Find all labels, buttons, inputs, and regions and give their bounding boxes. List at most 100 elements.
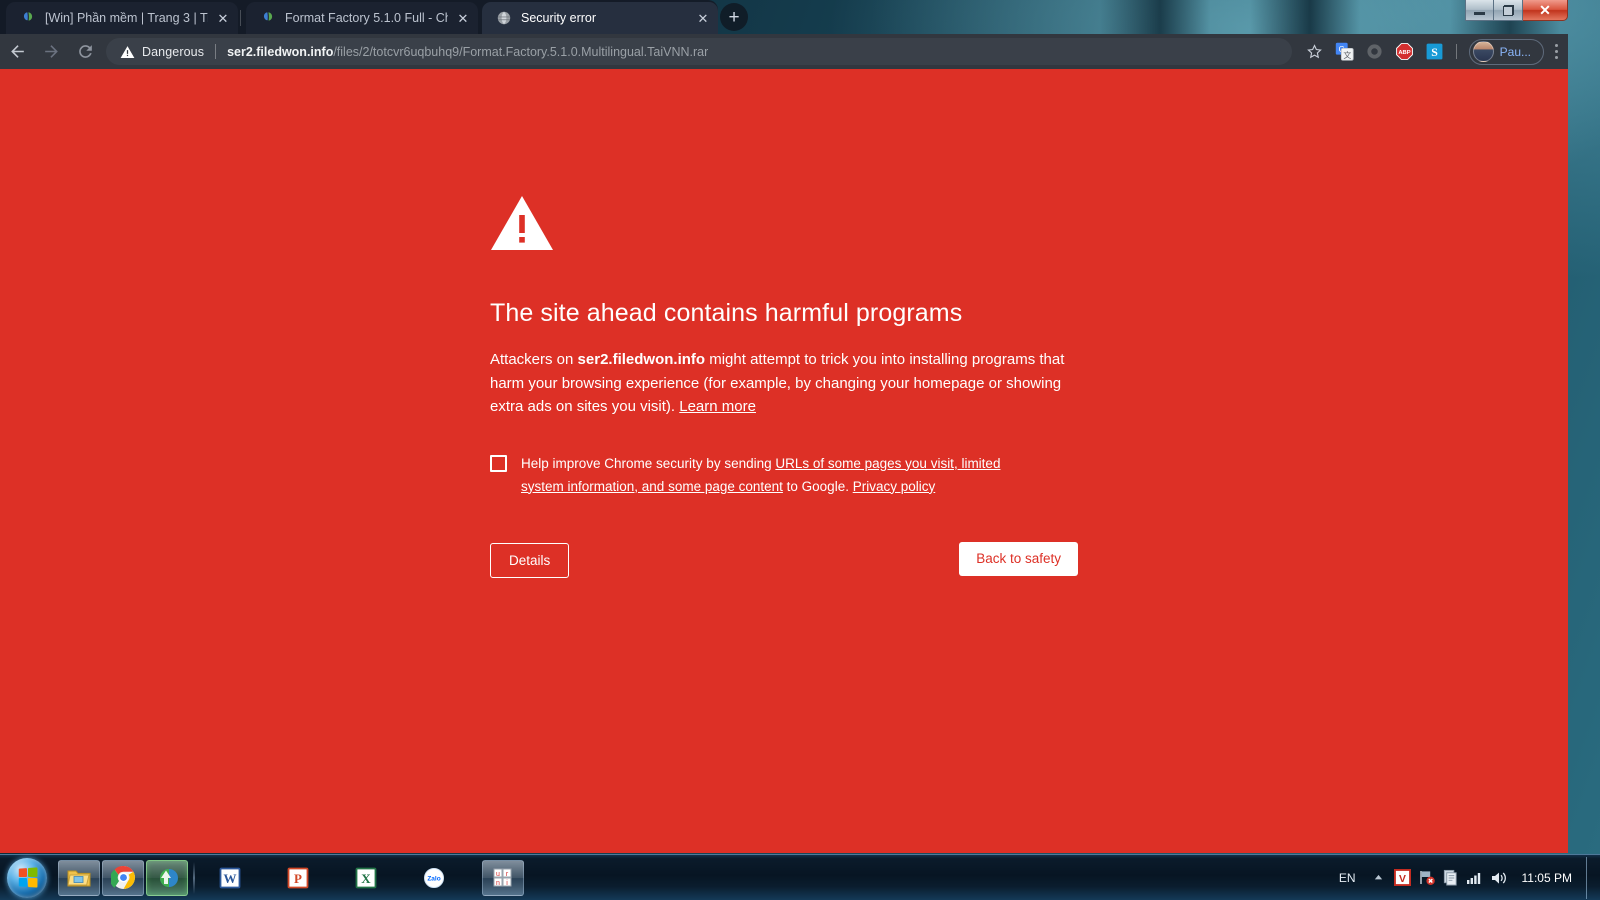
svg-text:P: P xyxy=(294,871,302,886)
system-tray: EN V 11:05 PM xyxy=(1329,856,1600,899)
forward-button[interactable] xyxy=(34,34,68,69)
skype-s-icon[interactable]: S xyxy=(1420,34,1450,69)
interstitial-content: The site ahead contains harmful programs… xyxy=(490,195,1090,583)
svg-text:X: X xyxy=(361,871,371,886)
browser-tab-2[interactable]: Format Factory 5.1.0 Full - Chuyể ✕ xyxy=(246,2,478,34)
avatar xyxy=(1472,41,1494,62)
reload-icon xyxy=(78,45,92,58)
tab-title: Security error xyxy=(521,11,597,25)
taskbar-item-zalo[interactable]: Zalo xyxy=(412,860,456,896)
show-hidden-icons-icon[interactable] xyxy=(1368,865,1390,891)
taskbar-item-chrome[interactable] xyxy=(102,859,144,896)
svg-text:V: V xyxy=(1399,874,1406,885)
google-chrome-icon xyxy=(110,866,135,889)
taskbar-item-file-explorer[interactable] xyxy=(58,859,100,896)
restore-button[interactable] xyxy=(1494,0,1523,21)
minimize-icon xyxy=(1474,12,1485,15)
optin-part1: Help improve Chrome security by sending xyxy=(521,455,776,471)
opt-in-row[interactable]: Help improve Chrome security by sending … xyxy=(490,452,1030,498)
omnibox-divider xyxy=(215,44,217,59)
microsoft-powerpoint-icon: P xyxy=(287,867,309,888)
warning-triangle-icon xyxy=(490,195,554,251)
taskbar-item-word[interactable]: W xyxy=(208,860,252,896)
unikey-tray-icon[interactable]: V xyxy=(1392,865,1414,891)
zalo-icon: Zalo xyxy=(424,867,444,888)
volume-icon[interactable] xyxy=(1488,865,1510,891)
privacy-policy-link[interactable]: Privacy policy xyxy=(853,479,936,494)
omnibox[interactable]: Dangerous ser2.filedwon.info/files/2/tot… xyxy=(106,38,1292,65)
new-tab-button[interactable]: + xyxy=(720,3,748,31)
reload-button[interactable] xyxy=(68,34,102,69)
reporting-checkbox[interactable] xyxy=(490,454,507,472)
interstitial-buttons: Details Back to safety xyxy=(490,541,1078,583)
warning-triangle-icon xyxy=(120,45,135,58)
file-explorer-icon xyxy=(67,870,91,886)
signal-strength-icon[interactable] xyxy=(1464,865,1486,891)
tinhte-favicon xyxy=(20,10,36,26)
windows-start-orb-icon xyxy=(7,857,47,898)
window-controls: ✕ xyxy=(1465,0,1568,21)
back-button[interactable] xyxy=(0,34,34,69)
tab-strip: [Win] Phần mềm | Trang 3 | Tinht ✕ Forma… xyxy=(0,0,1568,34)
body-host: ser2.filedwon.info xyxy=(577,351,706,368)
url-text: ser2.filedwon.info/files/2/totcvr6uqbuhq… xyxy=(227,45,708,59)
microsoft-excel-icon: X xyxy=(355,867,377,888)
back-to-safety-button[interactable]: Back to safety xyxy=(959,541,1078,576)
close-window-button[interactable]: ✕ xyxy=(1523,0,1568,21)
taskbar-clock[interactable]: 11:05 PM xyxy=(1512,871,1584,885)
security-label: Dangerous xyxy=(142,44,205,59)
toolbar-divider xyxy=(1455,44,1457,59)
browser-toolbar: Dangerous ser2.filedwon.info/files/2/tot… xyxy=(0,34,1568,69)
extension-circle-icon[interactable] xyxy=(1360,34,1390,69)
taskbar-separator xyxy=(193,861,195,894)
network-error-icon[interactable] xyxy=(1416,865,1438,891)
opt-in-text: Help improve Chrome security by sending … xyxy=(521,452,1030,498)
tab-separator xyxy=(240,10,241,26)
page-title: The site ahead contains harmful programs xyxy=(490,299,963,327)
browser-tab-1[interactable]: [Win] Phần mềm | Trang 3 | Tinht ✕ xyxy=(6,2,238,34)
security-status[interactable]: Dangerous xyxy=(120,45,204,59)
internet-download-manager-icon xyxy=(160,868,178,887)
svg-text:S: S xyxy=(1431,45,1438,59)
quick-launch-group xyxy=(58,859,188,896)
svg-text:n: n xyxy=(496,880,500,887)
taskbar-item-internet-download-manager[interactable] xyxy=(146,859,188,896)
profile-button[interactable]: Pau... xyxy=(1468,38,1544,65)
show-desktop-button[interactable] xyxy=(1586,856,1598,899)
body-part1: Attackers on xyxy=(490,351,578,368)
start-button[interactable] xyxy=(2,857,52,899)
chrome-menu-icon[interactable] xyxy=(1544,34,1568,69)
unikey-icon: u r n i xyxy=(493,868,512,887)
taskbar-item-unikey[interactable]: u r n i xyxy=(482,859,524,896)
taskbar-item-powerpoint[interactable]: P xyxy=(276,860,320,896)
close-icon: ✕ xyxy=(1539,2,1551,18)
svg-text:u: u xyxy=(496,871,500,878)
tab-title: [Win] Phần mềm | Trang 3 | Tinht xyxy=(45,11,208,25)
taskbar-item-excel[interactable]: X xyxy=(344,860,388,896)
globe-favicon xyxy=(496,10,512,26)
action-center-icon[interactable] xyxy=(1440,865,1462,891)
tab-close-icon[interactable]: ✕ xyxy=(694,9,712,27)
bookmark-star-icon[interactable] xyxy=(1300,34,1330,69)
svg-text:ABP: ABP xyxy=(1398,50,1410,56)
forward-arrow-icon xyxy=(44,45,58,58)
interstitial-body: Attackers on ser2.filedwon.info might at… xyxy=(490,348,1068,419)
chrome-browser-window: [Win] Phần mềm | Trang 3 | Tinht ✕ Forma… xyxy=(0,0,1568,853)
svg-text:Zalo: Zalo xyxy=(427,875,440,882)
windows-taskbar: W P X Zalo u r n i EN V 11:05 PM xyxy=(0,854,1600,900)
tab-close-icon[interactable]: ✕ xyxy=(454,9,472,27)
tinhte-favicon xyxy=(260,10,276,26)
safe-browsing-interstitial-page: The site ahead contains harmful programs… xyxy=(0,69,1568,853)
adblock-plus-icon[interactable]: ABP xyxy=(1390,34,1420,69)
tray-language-indicator[interactable]: EN xyxy=(1329,871,1366,885)
profile-name: Pau... xyxy=(1499,44,1531,59)
minimize-button[interactable] xyxy=(1465,0,1494,21)
svg-text:W: W xyxy=(224,871,237,886)
details-button[interactable]: Details xyxy=(490,542,570,578)
learn-more-link[interactable]: Learn more xyxy=(679,398,756,415)
url-host: ser2.filedwon.info xyxy=(227,44,334,59)
optin-part2: to Google. xyxy=(782,478,853,494)
tab-close-icon[interactable]: ✕ xyxy=(214,9,232,27)
google-translate-icon[interactable]: G 文 xyxy=(1330,34,1360,69)
browser-tab-3-active[interactable]: Security error ✕ xyxy=(482,2,718,34)
